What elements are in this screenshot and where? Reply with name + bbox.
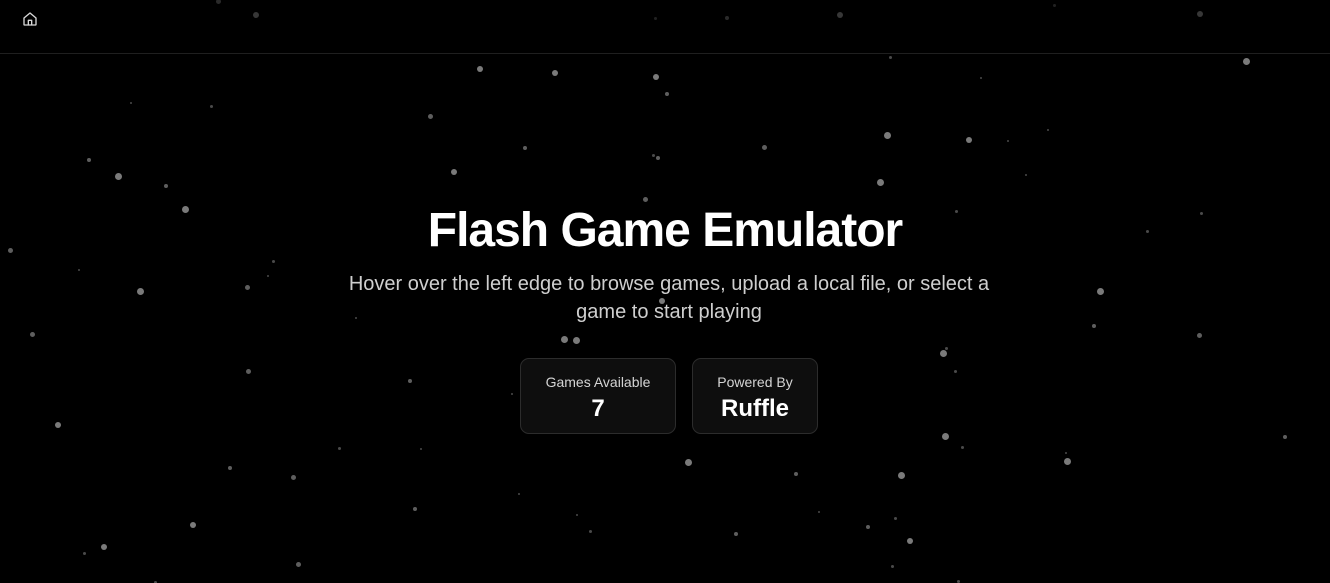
games-available-card: Games Available 7: [520, 358, 676, 434]
page-subtitle: Hover over the left edge to browse games…: [348, 273, 990, 323]
top-bar: [0, 0, 1330, 54]
powered-by-label: Powered By: [717, 374, 793, 390]
powered-by-card: Powered By Ruffle: [692, 358, 818, 434]
home-icon: [22, 11, 38, 32]
page-title: Flash Game Emulator: [427, 204, 903, 257]
games-available-label: Games Available: [545, 374, 651, 390]
powered-by-value: Ruffle: [721, 395, 789, 422]
games-available-count: 7: [591, 395, 605, 422]
home-button[interactable]: [20, 11, 40, 31]
page: Flash Game Emulator Hover over the left …: [0, 0, 1330, 583]
hero-section: Flash Game Emulator Hover over the left …: [0, 0, 1330, 583]
